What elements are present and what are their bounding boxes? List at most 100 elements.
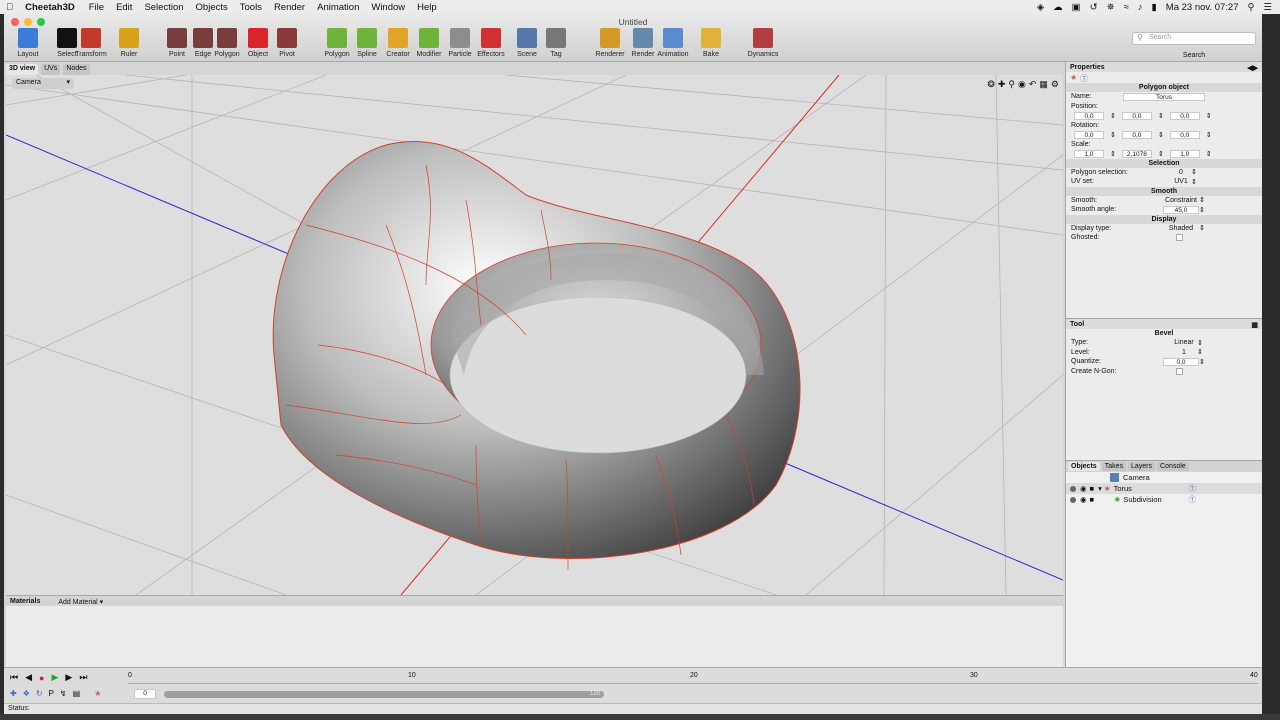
display-type-value[interactable]: Shaded [1163, 225, 1199, 232]
position-y-field[interactable]: 0,0 [1121, 111, 1152, 120]
time-machine-icon[interactable]: ↺ [1090, 2, 1098, 13]
toolbar-button-effectors[interactable]: Effectors [474, 28, 508, 58]
scale-y-field[interactable]: 2,1078 [1121, 149, 1152, 158]
wifi-icon[interactable]: ≈ [1124, 2, 1129, 13]
battery-icon[interactable]: ▮ [1152, 2, 1157, 13]
menu-file[interactable]: File [83, 2, 110, 13]
stepper-icon[interactable]: ⇕ [1206, 131, 1212, 139]
toolbar-button-creator[interactable]: Creator [381, 28, 415, 58]
visibility-eye-icon[interactable]: ◉ [1080, 495, 1087, 504]
stepper-icon[interactable]: ⇕ [1206, 150, 1212, 158]
toolbar-button-pivot[interactable]: Pivot [270, 28, 304, 58]
spotlight-icon[interactable]: ⚲ [1248, 2, 1255, 13]
tab-console[interactable]: Console [1157, 462, 1189, 471]
layout-grid-icon[interactable]: ▦ [1039, 79, 1048, 90]
move-tool-icon[interactable]: ✚ [10, 689, 17, 698]
frame-range-slider[interactable]: 120 [164, 691, 604, 698]
toolbar-button-ruler[interactable]: Ruler [112, 28, 146, 58]
curve-icon[interactable]: ↯ [60, 689, 67, 698]
stepper-icon[interactable]: ⇕ [1197, 339, 1203, 347]
material-tag-icon[interactable]: Ⓣ [1080, 73, 1088, 83]
3d-viewport[interactable]: Camera ▾ ❂ ✚ ⚲ ◉ ↶ ▦ ⚙ [6, 75, 1063, 595]
object-row-camera[interactable]: Camera [1066, 472, 1262, 483]
tab-nodes[interactable]: Nodes [63, 64, 90, 75]
object-row-torus[interactable]: ◉ ■ ▾ ★ Torus Ⓣ [1066, 483, 1262, 494]
camera-select[interactable]: Camera ▾ [12, 78, 74, 89]
record-icon[interactable]: ● [39, 673, 44, 683]
name-field[interactable]: Torus [1123, 92, 1205, 101]
share-icon[interactable]: ▣ [1072, 2, 1081, 13]
cloud-icon[interactable]: ☁ [1053, 2, 1063, 13]
uv-set-value[interactable]: UV1 [1171, 178, 1191, 185]
toolbar-button-animation[interactable]: Animation [656, 28, 690, 58]
scale-x-field[interactable]: 1,0 [1074, 149, 1104, 158]
apple-icon[interactable]:  [0, 2, 19, 13]
toolbar-button-layout[interactable]: Layout [11, 28, 45, 58]
stepper-icon[interactable]: ⇕ [1110, 112, 1116, 120]
bluetooth-icon[interactable]: ✵ [1107, 2, 1115, 13]
camera-view-icon[interactable]: ◉ [1018, 79, 1026, 90]
toolbar-button-polygon[interactable]: Polygon [320, 28, 354, 58]
position-key-icon[interactable]: P [49, 689, 54, 698]
rotation-z-field[interactable]: 0,0 [1169, 130, 1200, 139]
menu-objects[interactable]: Objects [190, 2, 234, 13]
toolbar-button-polygon[interactable]: Polygon [210, 28, 244, 58]
ghosted-checkbox[interactable] [1176, 234, 1183, 242]
settings-gear-icon[interactable]: ⚙ [1051, 79, 1059, 90]
rotation-x-field[interactable]: 0,0 [1074, 130, 1104, 139]
graph-icon[interactable]: ▤ [73, 689, 81, 698]
toolbar-button-modifier[interactable]: Modifier [412, 28, 446, 58]
materials-area[interactable] [6, 606, 1063, 667]
sound-icon[interactable]: ♪ [1138, 2, 1143, 13]
status-dot-icon[interactable] [1070, 496, 1076, 503]
stepper-icon[interactable]: ⇕ [1199, 358, 1205, 366]
rotate-tool-icon[interactable]: ↻ [36, 689, 43, 698]
rotation-y-field[interactable]: 0,0 [1121, 130, 1152, 139]
stepper-icon[interactable]: ⇕ [1110, 131, 1116, 139]
tab-layers[interactable]: Layers [1127, 462, 1155, 471]
status-dot-icon[interactable] [1070, 485, 1076, 492]
stepper-icon[interactable]: ⇕ [1158, 112, 1164, 120]
tab-uvs[interactable]: UVs [41, 64, 61, 75]
toolbar-button-dynamics[interactable]: Dynamics [746, 28, 780, 58]
disclosure-triangle-icon[interactable]: ▾ [1098, 484, 1102, 493]
toolbar-button-renderer[interactable]: Renderer [593, 28, 627, 58]
orbit-icon[interactable]: ↶ [1029, 79, 1037, 90]
rotate-view-icon[interactable]: ❂ [987, 79, 995, 90]
menu-window[interactable]: Window [365, 2, 411, 13]
control-center-icon[interactable]: ☰ [1263, 2, 1272, 13]
menu-tools[interactable]: Tools [234, 2, 268, 13]
menu-selection[interactable]: Selection [138, 2, 189, 13]
smooth-value[interactable]: Constraint [1163, 197, 1199, 204]
toolbar-button-spline[interactable]: Spline [350, 28, 384, 58]
toolbar-button-transform[interactable]: Transform [74, 28, 108, 58]
stepper-icon[interactable]: ⇕ [1199, 224, 1205, 232]
toolbar-button-render[interactable]: Render [626, 28, 660, 58]
tab-3d-view[interactable]: 3D view [6, 64, 39, 75]
add-material-button[interactable]: Add Material ▾ [58, 598, 103, 606]
toolbar-button-tag[interactable]: Tag [539, 28, 573, 58]
search-input[interactable]: Search [1132, 32, 1256, 45]
dropbox-icon[interactable]: ◈ [1037, 2, 1044, 13]
stepper-icon[interactable]: ⇕ [1199, 196, 1205, 204]
render-camera-icon[interactable]: ■ [1090, 495, 1095, 504]
bevel-quantize-field[interactable]: 0,0 [1163, 357, 1199, 366]
go-to-start-icon[interactable]: ⏮ [10, 672, 18, 683]
stepper-icon[interactable]: ⇕ [1110, 150, 1116, 158]
visibility-eye-icon[interactable]: ◉ [1080, 484, 1087, 493]
keyframe-star-icon[interactable]: ★ [94, 689, 101, 698]
stepper-icon[interactable]: ⇕ [1199, 206, 1205, 214]
move-view-icon[interactable]: ✚ [998, 79, 1006, 90]
toolbar-button-particle[interactable]: Particle [443, 28, 477, 58]
zoom-view-icon[interactable]: ⚲ [1008, 79, 1015, 90]
stepper-icon[interactable]: ⇕ [1158, 150, 1164, 158]
stepper-icon[interactable]: ⇕ [1197, 348, 1203, 356]
smooth-angle-field[interactable]: 45,0 [1163, 205, 1199, 214]
scale-z-field[interactable]: 1,0 [1169, 149, 1200, 158]
menu-edit[interactable]: Edit [110, 2, 138, 13]
torus-model[interactable] [272, 140, 801, 571]
bevel-level-value[interactable]: 1 [1171, 349, 1197, 356]
timeline-ruler[interactable]: 0 10 20 30 40 [128, 670, 1258, 684]
menu-render[interactable]: Render [268, 2, 311, 13]
stepper-icon[interactable]: ⇕ [1191, 168, 1197, 176]
